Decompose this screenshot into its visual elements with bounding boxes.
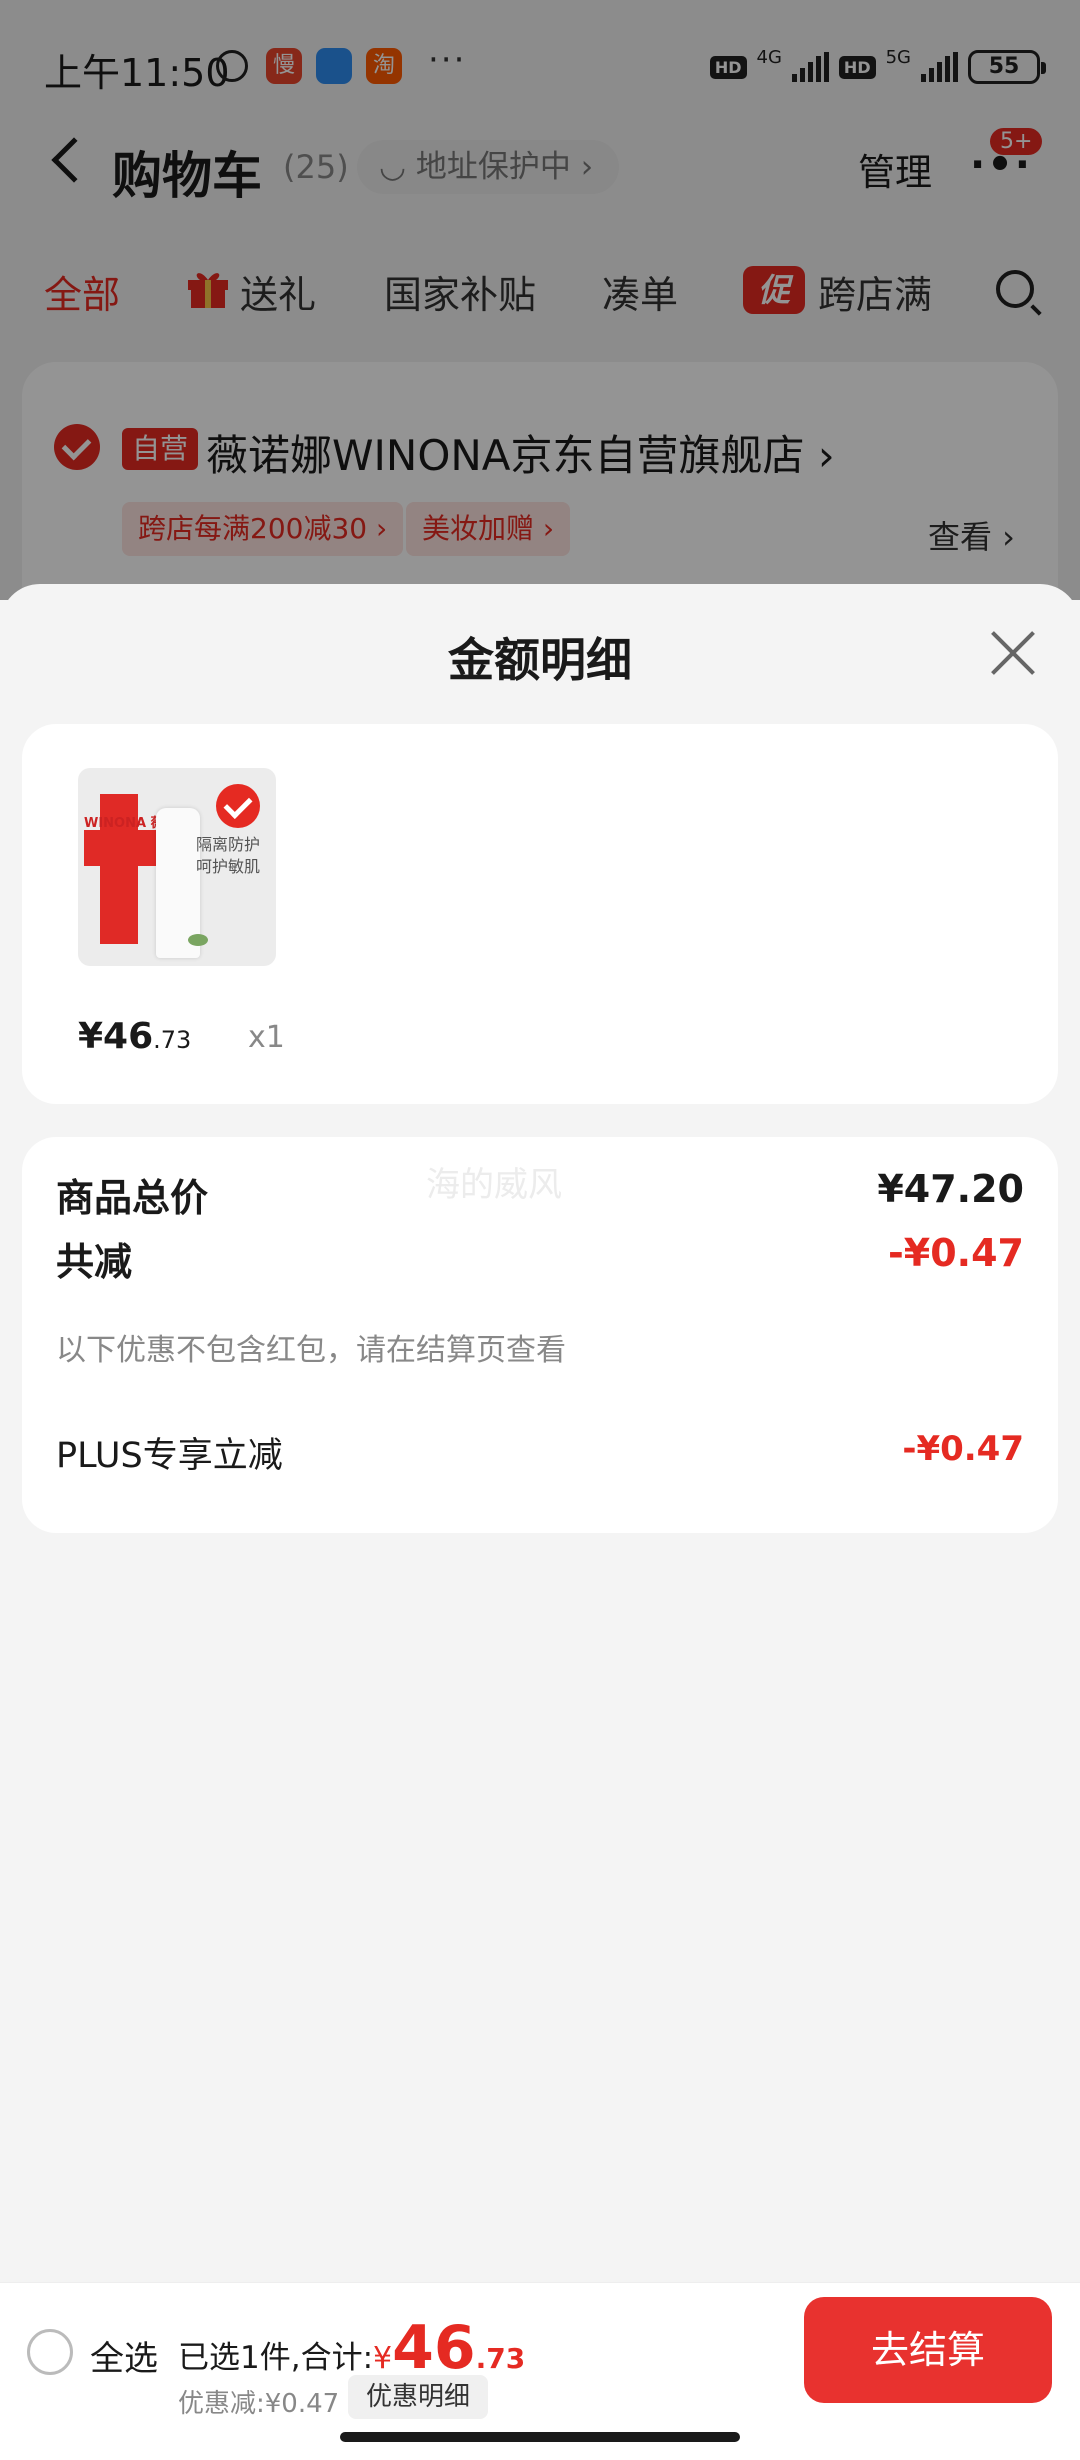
- product-price-dec: .73: [153, 1026, 192, 1054]
- product-card: WINONA 薇诺娜 隔离防护 呵护敏肌 ¥46.73 x1: [22, 724, 1058, 1104]
- product-quantity: x1: [248, 1020, 285, 1055]
- product-price: ¥46.73: [78, 1016, 191, 1057]
- total-amount-dec: .73: [475, 2342, 526, 2375]
- product-image[interactable]: WINONA 薇诺娜 隔离防护 呵护敏肌: [78, 768, 276, 966]
- dim-overlay[interactable]: [0, 0, 1080, 600]
- total-price-value: ¥47.20: [877, 1167, 1024, 1211]
- sheet-title: 金额明细: [448, 633, 632, 687]
- product-check-icon: [216, 784, 260, 828]
- amount-detail-sheet: 金额明细 WINONA 薇诺娜 隔离防护 呵护敏肌 ¥46.73 x1 海的威风…: [0, 584, 1080, 2284]
- total-line: 已选1件,合计:¥46.73: [178, 2313, 525, 2383]
- selected-count-text: 已选1件,合计:: [178, 2340, 374, 2376]
- product-caption: 隔离防护 呵护敏肌: [196, 835, 261, 876]
- total-currency: ¥: [373, 2341, 393, 2376]
- home-indicator: [340, 2432, 740, 2442]
- product-price-int: ¥46: [78, 1016, 154, 1057]
- reduce-value: -¥0.47: [888, 1231, 1024, 1275]
- plus-discount-label: PLUS专享立减: [56, 1436, 283, 1476]
- select-all-radio[interactable]: [27, 2329, 73, 2375]
- total-price-label: 商品总价: [56, 1176, 209, 1220]
- plus-discount-value: -¥0.47: [902, 1429, 1024, 1469]
- discount-detail-button[interactable]: 优惠明细: [348, 2375, 489, 2419]
- select-all-label[interactable]: 全选: [90, 2331, 158, 2380]
- reduce-label: 共减: [56, 1240, 133, 1284]
- checkout-button[interactable]: 去结算: [804, 2297, 1052, 2403]
- leaf-graphic: [188, 934, 208, 946]
- close-icon[interactable]: [990, 630, 1036, 676]
- discount-note: 以下优惠不包含红包，请在结算页查看: [56, 1333, 566, 1368]
- price-detail-card: 海的威风 商品总价 ¥47.20 共减 -¥0.47 以下优惠不包含红包，请在结…: [22, 1137, 1058, 1533]
- total-amount-int: 46: [392, 2313, 476, 2383]
- watermark: 海的威风: [426, 1165, 562, 1205]
- discount-amount: 优惠减:¥0.47: [178, 2389, 340, 2419]
